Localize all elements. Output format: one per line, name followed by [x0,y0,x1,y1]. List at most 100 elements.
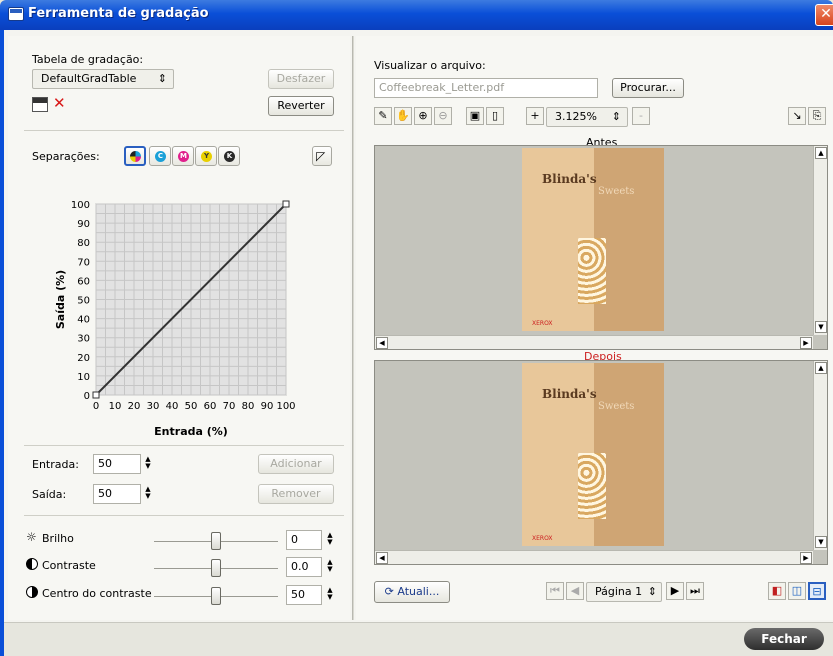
zoom-plus-button[interactable]: + [526,107,544,125]
contrast-slider-thumb[interactable] [211,559,221,577]
page-select[interactable]: Página 1 ⇕ [586,582,662,602]
preview-photo [578,453,606,519]
scroll-right-icon[interactable]: ▶ [800,337,812,349]
input-spinner[interactable]: ▲ ▼ [144,456,152,472]
x-tick-label: 50 [185,401,198,412]
file-name-field[interactable]: Coffeebreak_Letter.pdf [374,78,598,98]
separator [24,130,344,131]
undo-button[interactable]: Desfazer [268,69,334,89]
contrast-label: Contraste [42,559,96,572]
cyan-icon: C [155,151,166,162]
zoom-minus-button[interactable]: - [632,107,650,125]
after-preview-pane[interactable]: Blinda's Sweets XEROX ▲ ▼ ◀ ▶ [374,360,828,565]
actual-size-icon[interactable]: ▯ [486,107,504,125]
scroll-down-icon[interactable]: ▼ [815,536,827,548]
after-horizontal-scrollbar[interactable]: ◀ ▶ [375,550,813,564]
y-tick-label: 50 [77,296,90,307]
first-page-icon[interactable]: ⏮ [546,582,564,600]
before-preview-pane[interactable]: Blinda's Sweets XEROX ▲ ▼ ◀ ▶ [374,145,828,350]
y-tick-label: 70 [77,257,90,268]
zoom-select[interactable]: 3.125% ⇕ [546,107,628,127]
hand-icon[interactable]: ✋ [394,107,412,125]
output-spinner[interactable]: ▲ ▼ [144,486,152,502]
rotate-icon[interactable]: ↘ [788,107,806,125]
brightness-slider-thumb[interactable] [211,532,221,550]
scroll-down-icon[interactable]: ▼ [815,321,827,333]
zoom-in-icon[interactable]: ⊕ [414,107,432,125]
brightness-icon: ☼ [26,530,37,544]
side-by-side-icon[interactable]: ◫ [788,582,806,600]
input-label: Entrada: [32,458,79,471]
contrast-spinner[interactable]: ▲ ▼ [326,559,334,575]
separation-y-chip[interactable]: Y [195,146,217,166]
zoom-out-icon[interactable]: ⊖ [434,107,452,125]
contrast-center-value[interactable]: 50 [286,585,322,605]
delete-icon[interactable]: ✕ [53,94,66,112]
after-vertical-scrollbar[interactable]: ▲ ▼ [813,361,827,550]
contrast-value[interactable]: 0.0 [286,557,322,577]
fit-page-icon[interactable]: ▣ [466,107,484,125]
contrast-icon [26,558,38,570]
preview-subtitle: Sweets [598,401,635,412]
contrast-center-spinner[interactable]: ▲ ▼ [326,587,334,603]
gradation-curve-chart[interactable]: 0 10 20 30 40 50 60 70 80 90 100 0 10 20 30 40 50 60 70 80 9… [38,194,338,444]
x-axis-label: Entrada (%) [154,425,228,438]
separation-cmyk-chip[interactable] [124,146,146,166]
refresh-button[interactable]: ⟳ Atuali... [374,581,450,603]
scroll-left-icon[interactable]: ◀ [376,552,388,564]
brightness-label: Brilho [42,532,74,545]
left-panel: Tabela de gradação: DefaultGradTable ⇕ D… [8,36,350,620]
browse-button[interactable]: Procurar... [612,78,684,98]
gradation-table-value: DefaultGradTable [41,72,137,85]
scroll-up-icon[interactable]: ▲ [815,362,827,374]
next-page-icon[interactable]: ▶ [666,582,684,600]
eyedropper-icon[interactable]: ✎ [374,107,392,125]
remove-point-button[interactable]: Remover [258,484,334,504]
y-tick-label: 100 [71,200,90,211]
last-page-icon[interactable]: ⏭ [686,582,704,600]
revert-button[interactable]: Reverter [268,96,334,116]
scroll-right-icon[interactable]: ▶ [800,552,812,564]
before-horizontal-scrollbar[interactable]: ◀ ▶ [375,335,813,349]
cmyk-icon [130,151,141,162]
split-view-icon[interactable]: ◧ [768,582,786,600]
view-file-label: Visualizar o arquivo: [374,59,486,72]
right-panel: Visualizar o arquivo: Coffeebreak_Letter… [356,36,833,620]
x-tick-label: 100 [276,401,295,412]
before-vertical-scrollbar[interactable]: ▲ ▼ [813,146,827,335]
stacked-view-icon[interactable]: ⊟ [808,582,826,600]
close-window-button[interactable]: ✕ [815,4,833,26]
close-button[interactable]: Fechar [744,628,824,650]
separation-c-chip[interactable]: C [149,146,171,166]
scroll-up-icon[interactable]: ▲ [815,147,827,159]
save-icon[interactable] [32,97,48,112]
scroll-left-icon[interactable]: ◀ [376,337,388,349]
brightness-value[interactable]: 0 [286,530,322,550]
preview-photo [578,238,606,304]
updown-icon: ⇕ [611,110,621,123]
add-point-button[interactable]: Adicionar [258,454,334,474]
before-page-thumbnail: Blinda's Sweets XEROX [522,148,664,331]
input-value-field[interactable]: 50 [93,454,141,474]
previous-page-icon[interactable]: ◀ [566,582,584,600]
y-tick-label: 30 [77,334,90,345]
window-title: Ferramenta de gradação [28,6,209,21]
title-bar: Ferramenta de gradação [0,0,833,30]
orientation-icon[interactable]: ⎘ [808,107,826,125]
separation-k-chip[interactable]: K [218,146,240,166]
updown-icon: ⇕ [157,72,167,85]
x-tick-label: 40 [166,401,179,412]
contrast-center-label: Centro do contraste [42,587,152,600]
panel-divider[interactable] [352,36,354,620]
brightness-spinner[interactable]: ▲ ▼ [326,532,334,548]
output-value-field[interactable]: 50 [93,484,141,504]
x-tick-label: 10 [109,401,122,412]
contrast-center-slider-thumb[interactable] [211,587,221,605]
y-tick-label: 90 [77,219,90,230]
x-tick-label: 20 [128,401,141,412]
curve-edit-button[interactable]: ◸ [312,146,332,166]
gradation-table-select[interactable]: DefaultGradTable ⇕ [32,69,174,89]
preview-brand: XEROX [532,320,553,327]
output-label: Saída: [32,488,67,501]
separation-m-chip[interactable]: M [172,146,194,166]
